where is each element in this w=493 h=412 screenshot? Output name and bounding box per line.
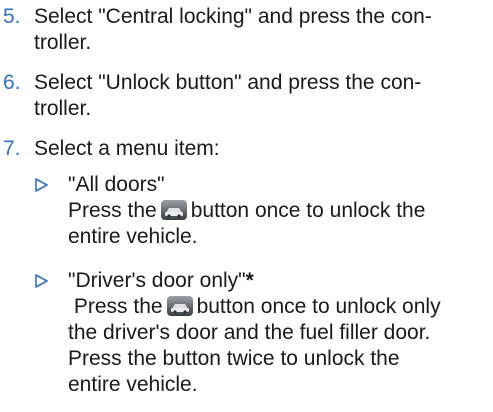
step-number: 7. [3, 137, 21, 160]
step-number: 5. [3, 5, 21, 28]
unlock-car-button-icon [160, 200, 187, 220]
menu-option-title-row: "Driver's door only"* [68, 268, 488, 294]
optional-equipment-star: * [245, 269, 254, 292]
step-text-line: Select a menu item: [34, 137, 220, 160]
text-segment: Press the [73, 295, 163, 318]
bullet-triangle-icon [35, 178, 48, 192]
text-segment: Press the [68, 199, 157, 222]
menu-option-line: entire vehicle. [68, 373, 198, 396]
menu-option-line: the driver's door and the fuel filler do… [68, 321, 431, 344]
menu-option-title: "All doors" [68, 173, 165, 196]
unlock-car-button-icon [166, 296, 193, 316]
text-segment: button once to unlock the [190, 199, 426, 222]
text-segment: button once to unlock only [196, 295, 441, 318]
step-text: Select a menu item: [34, 136, 474, 162]
step-text-line: troller. [34, 31, 92, 54]
step-text-line: troller. [34, 97, 92, 120]
menu-option-body: "All doors" Press the button once to unl… [68, 172, 488, 250]
bullet-triangle-icon [35, 274, 48, 288]
step-text-line: Select "Unlock button" and press the con… [34, 71, 422, 94]
step-text: Select "Central locking" and press the c… [34, 4, 474, 56]
step-text-line: Select "Central locking" and press the c… [34, 5, 432, 28]
step-text: Select "Unlock button" and press the con… [34, 70, 474, 122]
menu-option-title: "Driver's door only" [68, 269, 246, 292]
step-number: 6. [3, 71, 21, 94]
menu-option-line: Press the button once to unlock the [68, 198, 488, 224]
instruction-document: 5. Select "Central locking" and press th… [0, 0, 493, 412]
menu-option-line: Press the button twice to unlock the [68, 347, 400, 370]
menu-option-line: entire vehicle. [68, 225, 198, 248]
menu-option-body: "Driver's door only"* Press the button o… [68, 268, 488, 398]
menu-option-line: Press the button once to unlock only [68, 294, 488, 320]
